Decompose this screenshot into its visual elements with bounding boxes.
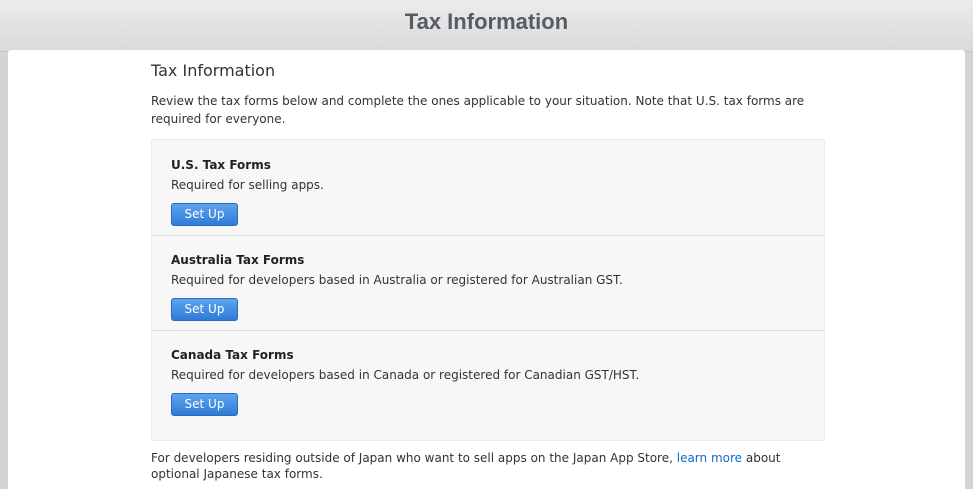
us-tax-forms-description: Required for selling apps. bbox=[171, 178, 324, 192]
canada-tax-forms-description: Required for developers based in Canada … bbox=[171, 368, 640, 382]
learn-more-link[interactable]: learn more bbox=[677, 451, 742, 465]
us-tax-forms-section: U.S. Tax Forms Required for selling apps… bbox=[152, 140, 824, 236]
tax-information-sheet: Tax Information Review the tax forms bel… bbox=[8, 50, 965, 489]
intro-text: Review the tax forms below and complete … bbox=[151, 94, 805, 126]
australia-setup-button[interactable]: Set Up bbox=[171, 298, 238, 321]
window-titlebar: Tax Information bbox=[0, 0, 973, 52]
footer-text-before: For developers residing outside of Japan… bbox=[151, 451, 677, 465]
us-setup-button[interactable]: Set Up bbox=[171, 203, 238, 226]
tax-forms-panel: U.S. Tax Forms Required for selling apps… bbox=[151, 139, 825, 441]
australia-tax-forms-description: Required for developers based in Austral… bbox=[171, 273, 623, 287]
page-title: Tax Information bbox=[151, 61, 276, 80]
canada-tax-forms-section: Canada Tax Forms Required for developers… bbox=[152, 330, 824, 425]
canada-setup-button[interactable]: Set Up bbox=[171, 393, 238, 416]
us-tax-forms-title: U.S. Tax Forms bbox=[171, 158, 271, 172]
australia-tax-forms-section: Australia Tax Forms Required for develop… bbox=[152, 235, 824, 331]
window-title: Tax Information bbox=[404, 9, 569, 34]
australia-tax-forms-title: Australia Tax Forms bbox=[171, 253, 305, 267]
canada-tax-forms-title: Canada Tax Forms bbox=[171, 348, 294, 362]
japan-tax-note: For developers residing outside of Japan… bbox=[151, 450, 831, 482]
